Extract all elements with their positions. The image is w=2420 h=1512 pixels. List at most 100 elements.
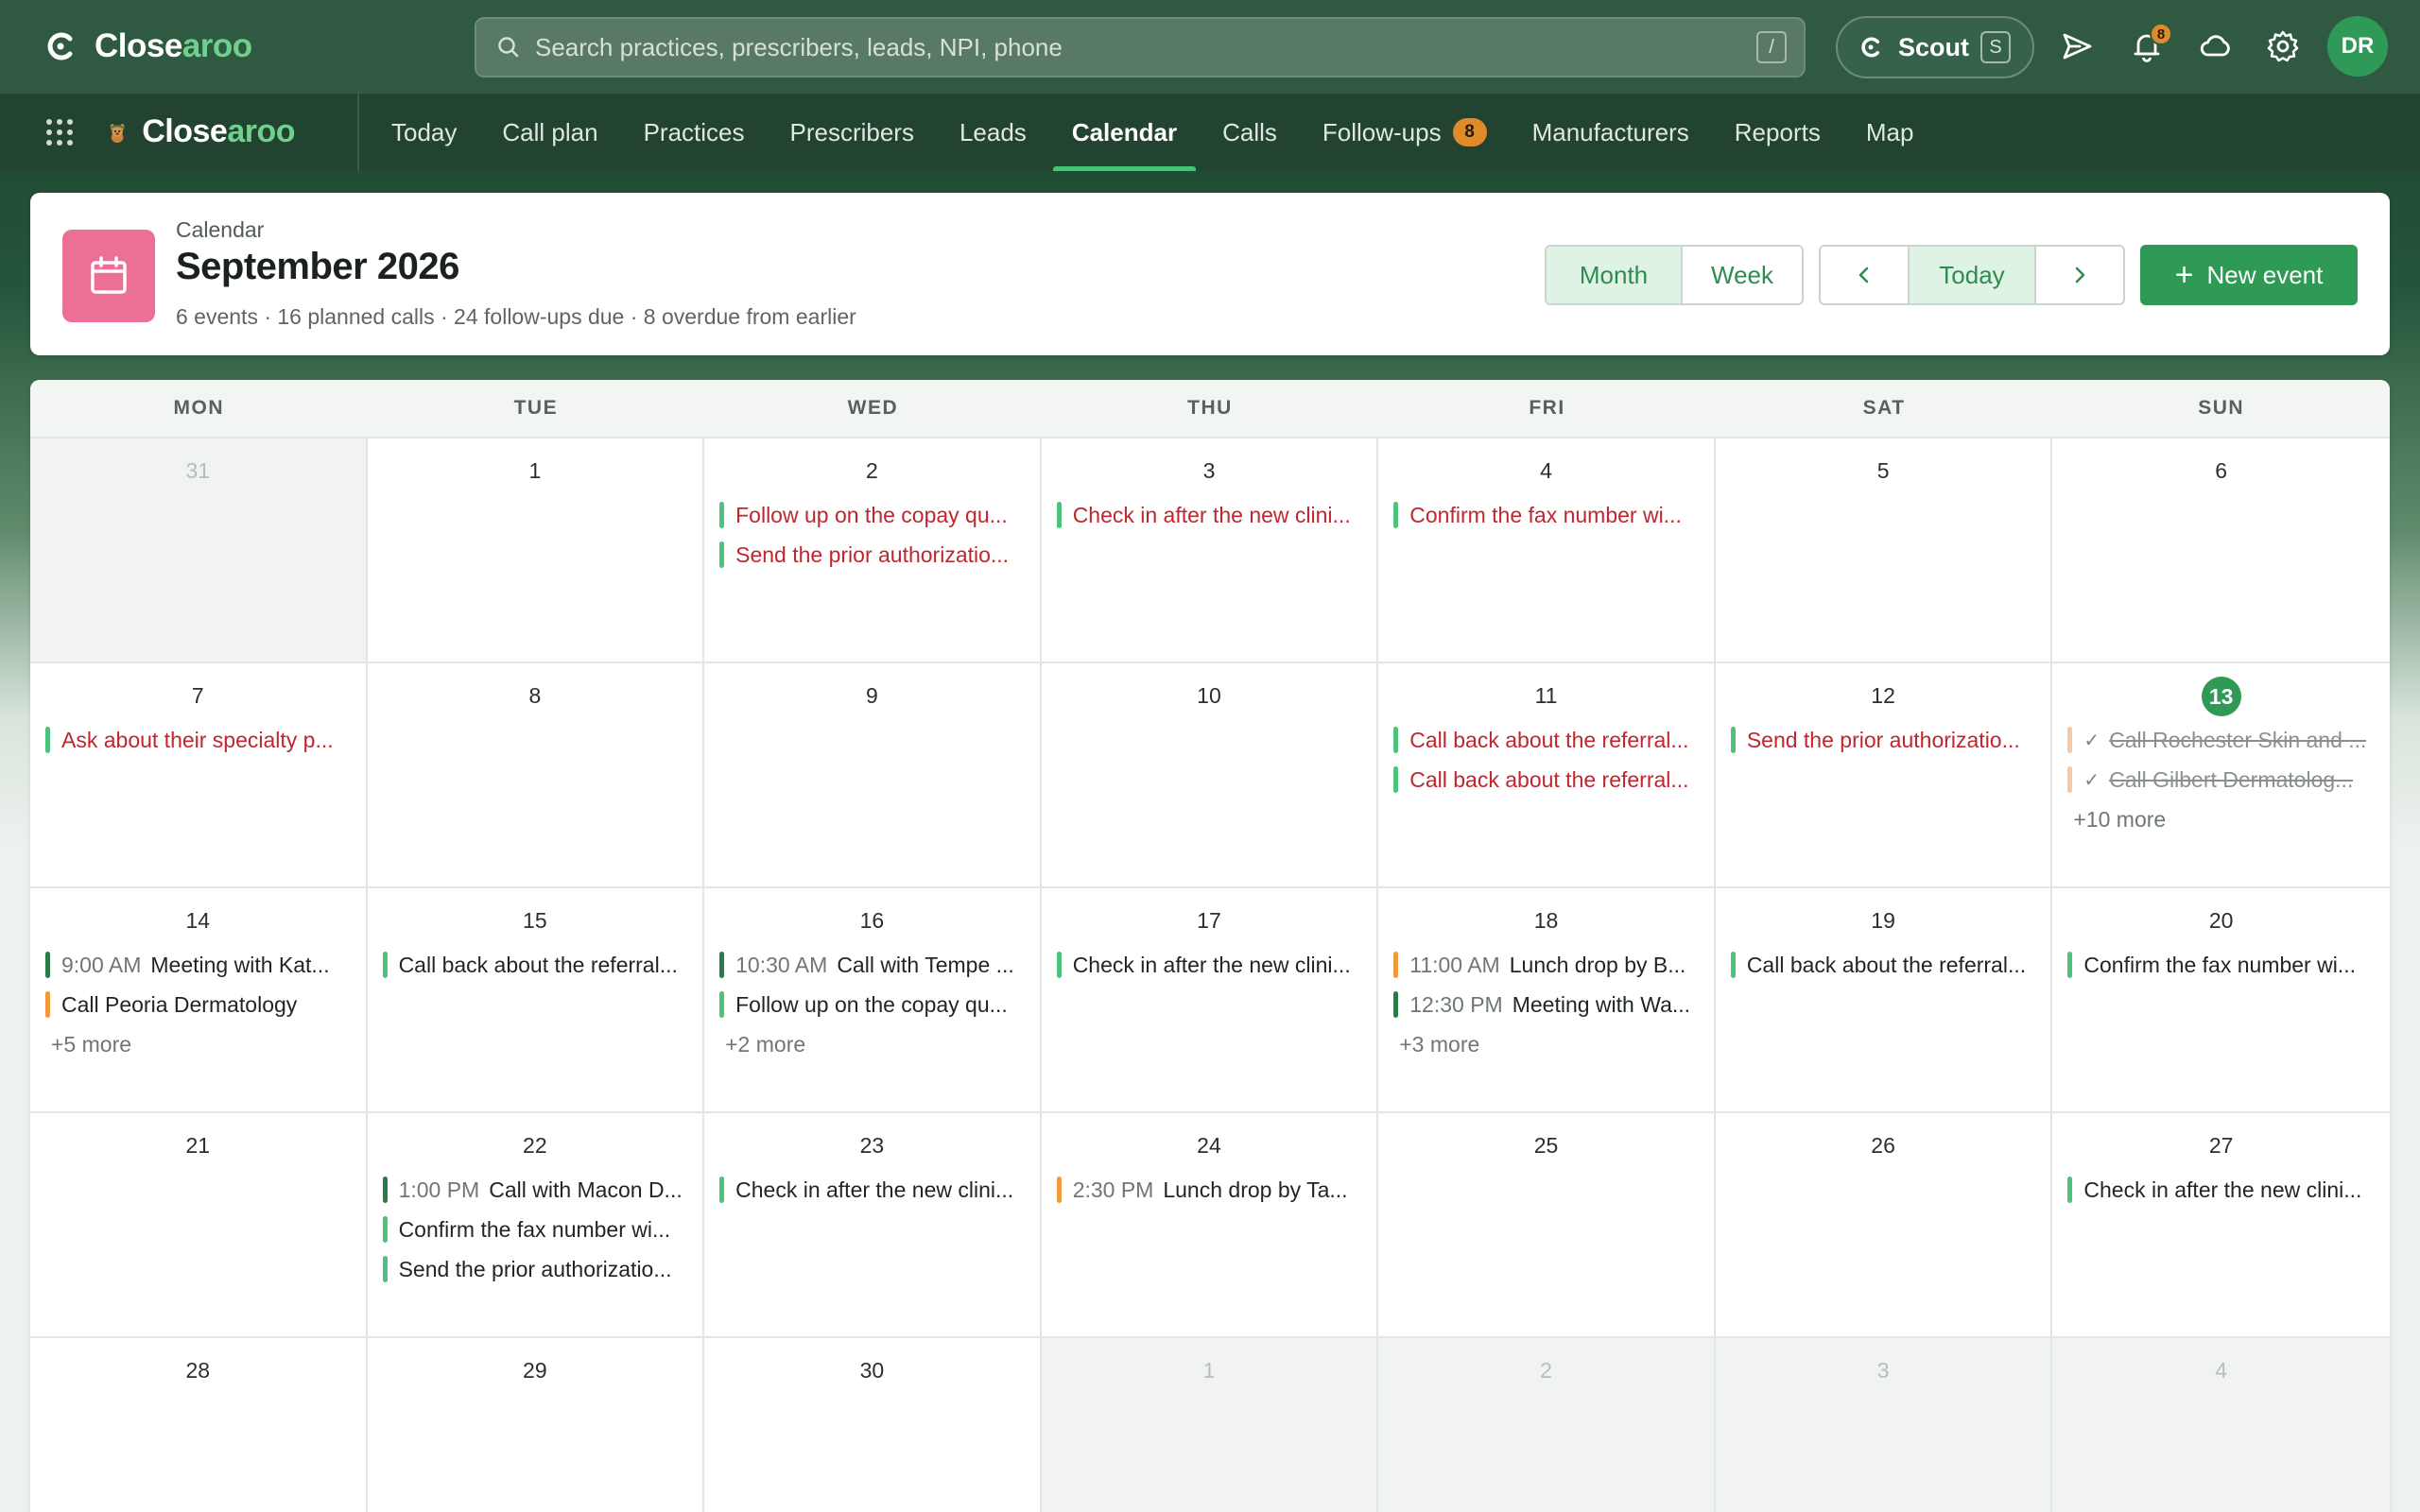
calendar-event[interactable]: Send the prior authorizatio... <box>719 535 1027 575</box>
today-button[interactable]: Today <box>1910 247 2036 303</box>
event-title: Follow up on the copay qu... <box>735 991 1008 1017</box>
calendar-event[interactable]: 10:30 AM Call with Tempe ... <box>719 945 1027 985</box>
nav-tab-calendar[interactable]: Calendar <box>1049 94 1200 171</box>
day-number-text: 23 <box>859 1133 885 1158</box>
search-input[interactable] <box>535 32 1756 62</box>
week-view-button[interactable]: Week <box>1683 247 1802 303</box>
day-cell[interactable]: 2 Follow up on the copay qu... Send the pr… <box>704 438 1042 662</box>
calendar-event[interactable]: Confirm the fax number wi... <box>2067 945 2377 985</box>
calendar-event[interactable]: Follow up on the copay qu... <box>719 985 1027 1024</box>
global-search[interactable]: / <box>475 17 1806 77</box>
more-events-link[interactable]: +3 more <box>1393 1024 1701 1064</box>
day-cell[interactable]: 10 <box>1041 663 1379 886</box>
nav-tab-leads[interactable]: Leads <box>937 94 1049 171</box>
calendar-event[interactable]: Ask about their specialty p... <box>45 720 353 760</box>
calendar-event[interactable]: Send the prior authorizatio... <box>1730 720 2038 760</box>
day-cell[interactable]: 29 <box>367 1338 705 1512</box>
day-cell[interactable]: 3 Check in after the new clini... <box>1041 438 1379 662</box>
calendar-event[interactable]: Confirm the fax number wi... <box>1393 495 1701 535</box>
day-cell[interactable]: 20 Confirm the fax number wi... <box>2052 888 2390 1111</box>
calendar-event[interactable]: Check in after the new clini... <box>2067 1170 2377 1210</box>
sync-button[interactable] <box>2198 28 2234 64</box>
day-cell-today[interactable]: 13 ✓ Call Rochester Skin and ... ✓ Call Gilb… <box>2052 663 2390 886</box>
nav-tab-reports[interactable]: Reports <box>1712 94 1843 171</box>
scout-button[interactable]: Scout S <box>1836 16 2034 78</box>
day-cell[interactable]: 4 <box>2052 1338 2390 1512</box>
nav-items: Today Call plan Practices Prescribers Leads C… <box>369 94 1936 171</box>
notifications-button[interactable]: 8 <box>2129 23 2172 64</box>
nav-tab-map[interactable]: Map <box>1843 94 1937 171</box>
app-grid-icon[interactable] <box>43 116 76 148</box>
day-cell[interactable]: 17 Check in after the new clini... <box>1041 888 1379 1111</box>
day-cell[interactable]: 24 2:30 PM Lunch drop by Ta... <box>1041 1113 1379 1336</box>
nav-tab-practices[interactable]: Practices <box>621 94 768 171</box>
calendar-event[interactable]: Check in after the new clini... <box>1056 945 1364 985</box>
calendar-event[interactable]: 9:00 AM Meeting with Kat... <box>45 945 353 985</box>
day-cell[interactable]: 5 <box>1715 438 2053 662</box>
day-cell[interactable]: 25 <box>1378 1113 1716 1336</box>
day-cell[interactable]: 9 <box>704 663 1042 886</box>
more-events-link[interactable]: +2 more <box>719 1024 1027 1064</box>
user-avatar[interactable]: DR <box>2327 16 2388 77</box>
calendar-event[interactable]: ✓ Call Gilbert Dermatolog... <box>2067 760 2377 799</box>
send-button[interactable] <box>2059 28 2095 64</box>
more-events-link[interactable]: +5 more <box>45 1024 353 1064</box>
day-cell[interactable]: 26 <box>1715 1113 2053 1336</box>
top-brand[interactable]: Closearoo <box>43 27 459 65</box>
settings-button[interactable] <box>2265 28 2301 64</box>
day-cell[interactable]: 16 10:30 AM Call with Tempe ... Follow up o… <box>704 888 1042 1111</box>
day-cell[interactable]: 15 Call back about the referral... <box>367 888 705 1111</box>
calendar-event[interactable]: 2:30 PM Lunch drop by Ta... <box>1056 1170 1364 1210</box>
day-cell[interactable]: 3 <box>1715 1338 2053 1512</box>
day-cell[interactable]: 28 <box>30 1338 368 1512</box>
calendar-event[interactable]: Call back about the referral... <box>382 945 690 985</box>
send-icon <box>2063 33 2092 60</box>
calendar-event[interactable]: 1:00 PM Call with Macon D... <box>382 1170 690 1210</box>
new-event-button[interactable]: + New event <box>2140 245 2358 305</box>
calendar-event[interactable]: Call back about the referral... <box>1730 945 2038 985</box>
calendar-event[interactable]: Follow up on the copay qu... <box>719 495 1027 535</box>
nav-tab-manufacturers[interactable]: Manufacturers <box>1510 94 1712 171</box>
day-cell[interactable]: 8 <box>367 663 705 886</box>
calendar-event[interactable]: ✓ Call Rochester Skin and ... <box>2067 720 2377 760</box>
calendar-event[interactable]: Check in after the new clini... <box>1056 495 1364 535</box>
day-cell[interactable]: 14 9:00 AM Meeting with Kat... Call Peoria … <box>30 888 368 1111</box>
day-cell[interactable]: 23 Check in after the new clini... <box>704 1113 1042 1336</box>
nav-tab-calls[interactable]: Calls <box>1200 94 1300 171</box>
day-cell[interactable]: 7 Ask about their specialty p... <box>30 663 368 886</box>
nav-tab-prescribers[interactable]: Prescribers <box>767 94 936 171</box>
day-cell[interactable]: 31 <box>30 438 368 662</box>
day-cell[interactable]: 30 <box>704 1338 1042 1512</box>
day-number-text: 15 <box>523 908 547 933</box>
calendar-event[interactable]: 12:30 PM Meeting with Wa... <box>1393 985 1701 1024</box>
previous-month-button[interactable] <box>1821 247 1910 303</box>
day-cell[interactable]: 11 Call back about the referral... Call ba… <box>1378 663 1716 886</box>
next-month-button[interactable] <box>2036 247 2123 303</box>
calendar-event[interactable]: Call Peoria Dermatology <box>45 985 353 1024</box>
day-cell[interactable]: 4 Confirm the fax number wi... <box>1378 438 1716 662</box>
nav-brand[interactable]: Closearoo <box>106 111 295 154</box>
calendar-event[interactable]: Check in after the new clini... <box>719 1170 1027 1210</box>
event-color-bar <box>45 727 50 753</box>
calendar-event[interactable]: Send the prior authorizatio... <box>382 1249 690 1289</box>
day-cell[interactable]: 6 <box>2052 438 2390 662</box>
day-cell[interactable]: 22 1:00 PM Call with Macon D... Confirm the… <box>367 1113 705 1336</box>
day-cell[interactable]: 18 11:00 AM Lunch drop by B... 12:30 PM Meet… <box>1378 888 1716 1111</box>
closearoo-logo-icon <box>47 32 73 60</box>
day-cell[interactable]: 12 Send the prior authorizatio... <box>1715 663 2053 886</box>
nav-tab-call-plan[interactable]: Call plan <box>479 94 620 171</box>
day-cell[interactable]: 1 <box>367 438 705 662</box>
day-cell[interactable]: 19 Call back about the referral... <box>1715 888 2053 1111</box>
day-cell[interactable]: 27 Check in after the new clini... <box>2052 1113 2390 1336</box>
calendar-event[interactable]: Confirm the fax number wi... <box>382 1210 690 1249</box>
calendar-event[interactable]: 11:00 AM Lunch drop by B... <box>1393 945 1701 985</box>
more-events-link[interactable]: +10 more <box>2067 799 2377 839</box>
calendar-event[interactable]: Call back about the referral... <box>1393 760 1701 799</box>
day-cell[interactable]: 1 <box>1041 1338 1379 1512</box>
calendar-event[interactable]: Call back about the referral... <box>1393 720 1701 760</box>
month-view-button[interactable]: Month <box>1547 247 1683 303</box>
day-cell[interactable]: 2 <box>1378 1338 1716 1512</box>
day-cell[interactable]: 21 <box>30 1113 368 1336</box>
nav-tab-follow-ups[interactable]: Follow-ups 8 <box>1300 94 1510 171</box>
nav-tab-today[interactable]: Today <box>369 94 479 171</box>
